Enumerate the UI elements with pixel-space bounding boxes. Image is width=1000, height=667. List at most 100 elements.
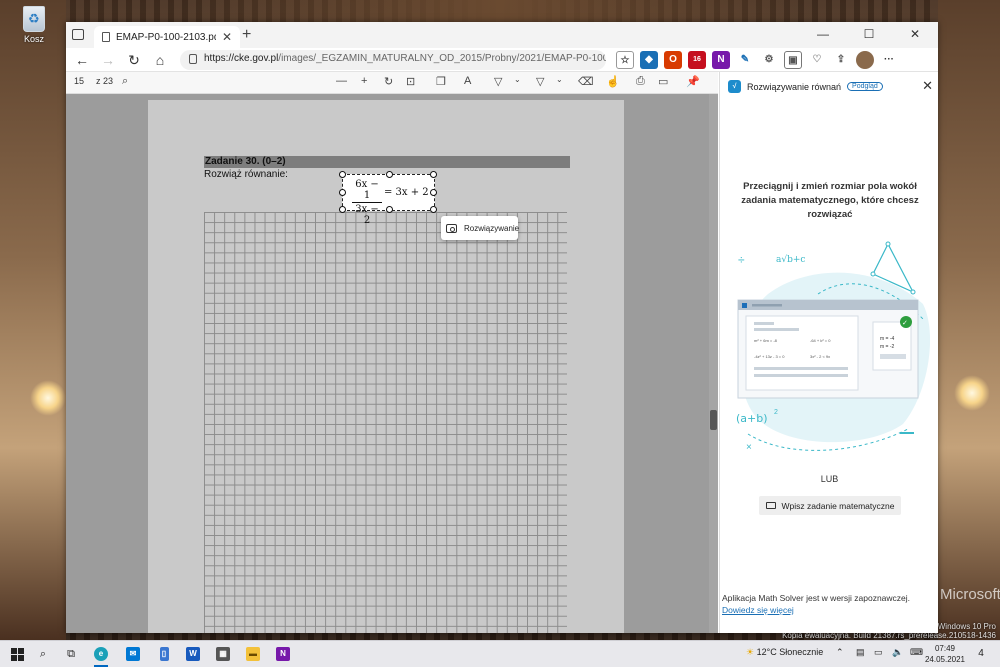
start-button[interactable] (8, 645, 26, 663)
mail-taskbar-icon[interactable]: ✉ (124, 645, 142, 663)
binomial-power: 2 (774, 409, 778, 416)
extensions-bar: ☆ ◆ O 16 N ✎ ⚙ ▣ ♡ ⇪ ··· (616, 51, 898, 69)
math-illustration: a√b+c ÷ m² + 6m = -8 -64 + k² = 0 -4z² +… (736, 241, 931, 453)
sqrt-label: a√b+c (776, 254, 805, 265)
rotate-icon[interactable]: ↻ (384, 75, 393, 88)
panel-close-icon[interactable]: ✕ (922, 78, 933, 94)
new-tab-button[interactable]: + (242, 26, 251, 44)
tab-close-icon[interactable]: ✕ (222, 30, 232, 44)
preview-badge: Podgląd (847, 82, 883, 91)
navigation-bar: ← → ↻ ⌂ https://cke.gov.pl/images/_EGZAM… (66, 48, 938, 72)
task-view-icon[interactable]: ⧉ (62, 645, 80, 663)
calculator-taskbar-icon[interactable]: ▦ (214, 645, 232, 663)
file-explorer-taskbar-icon[interactable]: ▬ (244, 645, 262, 663)
svg-text:÷: ÷ (738, 253, 745, 267)
draw-icon[interactable]: ▽ (494, 75, 502, 88)
read-aloud-icon[interactable]: A (464, 75, 471, 87)
fit-page-icon[interactable]: ⊡ (406, 75, 415, 88)
minimize-button[interactable]: — (800, 22, 846, 48)
erase-icon[interactable]: ⌫ (578, 75, 594, 88)
result-2: m = -2 (880, 344, 895, 350)
profile-avatar[interactable] (856, 51, 874, 69)
office-icon[interactable]: O (664, 51, 682, 69)
resize-handle-bottom[interactable] (386, 206, 393, 213)
sample-equation-3: -4z² + 13z - 3 = 0 (754, 354, 785, 359)
resize-handle-top-left[interactable] (339, 171, 346, 178)
touch-icon[interactable]: ☝ (606, 75, 620, 88)
weather-text: 12°C Słonecznie (756, 647, 824, 657)
extension-badge-icon[interactable]: 16 (688, 51, 706, 69)
address-bar[interactable]: https://cke.gov.pl/images/_EGZAMIN_MATUR… (180, 50, 606, 70)
edge-taskbar-icon[interactable]: e (92, 645, 110, 663)
volume-icon[interactable]: 🔈 (892, 647, 903, 658)
maximize-button[interactable]: ☐ (846, 22, 892, 48)
selection-box[interactable]: 6x − 1 3x − 2 = 3x + 2 (339, 171, 437, 226)
tab-actions-icon[interactable] (72, 29, 84, 40)
math-solver-icon[interactable]: ▣ (784, 51, 802, 69)
equation-rhs: = 3x + 2 (384, 187, 429, 198)
weather-widget[interactable]: ☀ 12°C Słonecznie (746, 647, 823, 658)
word-taskbar-icon[interactable]: W (184, 645, 202, 663)
zoom-out-icon[interactable]: — (336, 75, 347, 87)
notification-center-icon[interactable]: 4 (972, 645, 990, 663)
home-icon[interactable]: ⌂ (150, 50, 170, 70)
share-icon[interactable]: ⇪ (832, 51, 850, 69)
page-view-icon[interactable]: ❐ (436, 75, 446, 88)
phone-link-taskbar-icon[interactable]: ▯ (155, 645, 173, 663)
onenote-clip-icon[interactable]: N (712, 51, 730, 69)
clock[interactable]: 07:49 24.05.2021 (922, 643, 968, 665)
close-window-button[interactable]: ✕ (892, 22, 938, 48)
resize-handle-bottom-right[interactable] (430, 206, 437, 213)
recycle-bin-shortcut[interactable]: Kosz (14, 6, 54, 44)
lamp-right (954, 375, 990, 411)
battery-icon[interactable]: ▭ (874, 647, 883, 658)
pdf-canvas: Zadanie 30. (0–2) Rozwiąż równanie: 6x −… (66, 94, 718, 633)
draw-dropdown-icon[interactable]: ⌄ (514, 75, 521, 84)
task-header: Zadanie 30. (0–2) (204, 156, 570, 168)
preview-note: Aplikacja Math Solver jest w wersji zapo… (720, 592, 938, 616)
refresh-icon[interactable]: ↻ (124, 50, 144, 70)
back-icon[interactable]: ← (72, 50, 92, 70)
edge-window: EMAP-P0-100-2103.pdf ✕ + — ☐ ✕ ← → ↻ ⌂ h… (66, 22, 938, 633)
extension-shield-icon[interactable]: ◆ (640, 51, 658, 69)
onenote-taskbar-icon[interactable]: N (274, 645, 292, 663)
forward-icon[interactable]: → (98, 50, 118, 70)
bing-watermark: Microsoft Bing (940, 586, 1000, 603)
search-icon[interactable]: ⌕ (122, 75, 128, 88)
more-menu-icon[interactable]: ··· (880, 51, 898, 69)
print-icon[interactable]: ⎙ (636, 75, 645, 88)
tab-pdf[interactable]: EMAP-P0-100-2103.pdf ✕ (94, 26, 240, 48)
pdf-toolbar: 15 z 23 ⌕ — + ↻ ⊡ ❐ A ▽ ⌄ ▽ ⌄ ⌫ ☝ ⎙ ▭ 📌 (66, 72, 718, 94)
solve-button[interactable]: Rozwiązywanie (441, 216, 519, 240)
network-icon[interactable]: ▤ (856, 647, 865, 658)
save-icon[interactable]: ▭ (658, 75, 668, 88)
pen-icon[interactable]: ✎ (736, 51, 754, 69)
favorite-icon[interactable]: ☆ (616, 51, 634, 69)
recycle-bin-icon (23, 6, 45, 32)
panel-title: Rozwiązywanie równań (747, 81, 842, 92)
page-total: z 23 (96, 76, 114, 86)
type-math-problem-button[interactable]: Wpisz zadanie matematyczne (759, 496, 901, 515)
pin-toolbar-icon[interactable]: 📌 (686, 75, 700, 88)
resize-handle-top[interactable] (386, 171, 393, 178)
resize-handle-right[interactable] (430, 189, 437, 196)
show-hidden-icons[interactable]: ⌃ (836, 647, 844, 658)
scrollbar-thumb[interactable] (710, 410, 717, 430)
highlight-dropdown-icon[interactable]: ⌄ (556, 75, 563, 84)
pdf-page: Zadanie 30. (0–2) Rozwiąż równanie: 6x −… (148, 100, 624, 633)
taskbar: ⌕ ⧉ e ✉ ▯ W ▦ ▬ N ☀ 12°C Słonecznie ⌃ ▤ … (0, 640, 1000, 667)
resize-handle-bottom-left[interactable] (339, 206, 346, 213)
search-taskbar-icon[interactable]: ⌕ (34, 645, 52, 663)
instruction-text: Przeciągnij i zmień rozmiar pola wokół z… (741, 181, 919, 220)
puzzle-icon[interactable]: ⚙ (760, 51, 778, 69)
zoom-in-icon[interactable]: + (361, 75, 367, 87)
page-number-input[interactable]: 15 (74, 76, 84, 86)
highlight-icon[interactable]: ▽ (536, 75, 544, 88)
learn-more-link[interactable]: Dowiedz się więcej (722, 605, 794, 615)
resize-handle-top-right[interactable] (430, 171, 437, 178)
browser-essentials-icon[interactable]: ♡ (808, 51, 826, 69)
resize-handle-left[interactable] (339, 189, 346, 196)
document-icon (102, 32, 110, 42)
pdf-scrollbar[interactable] (709, 94, 718, 633)
panel-header: √ Rozwiązywanie równań Podgląd ✕ (728, 78, 933, 94)
